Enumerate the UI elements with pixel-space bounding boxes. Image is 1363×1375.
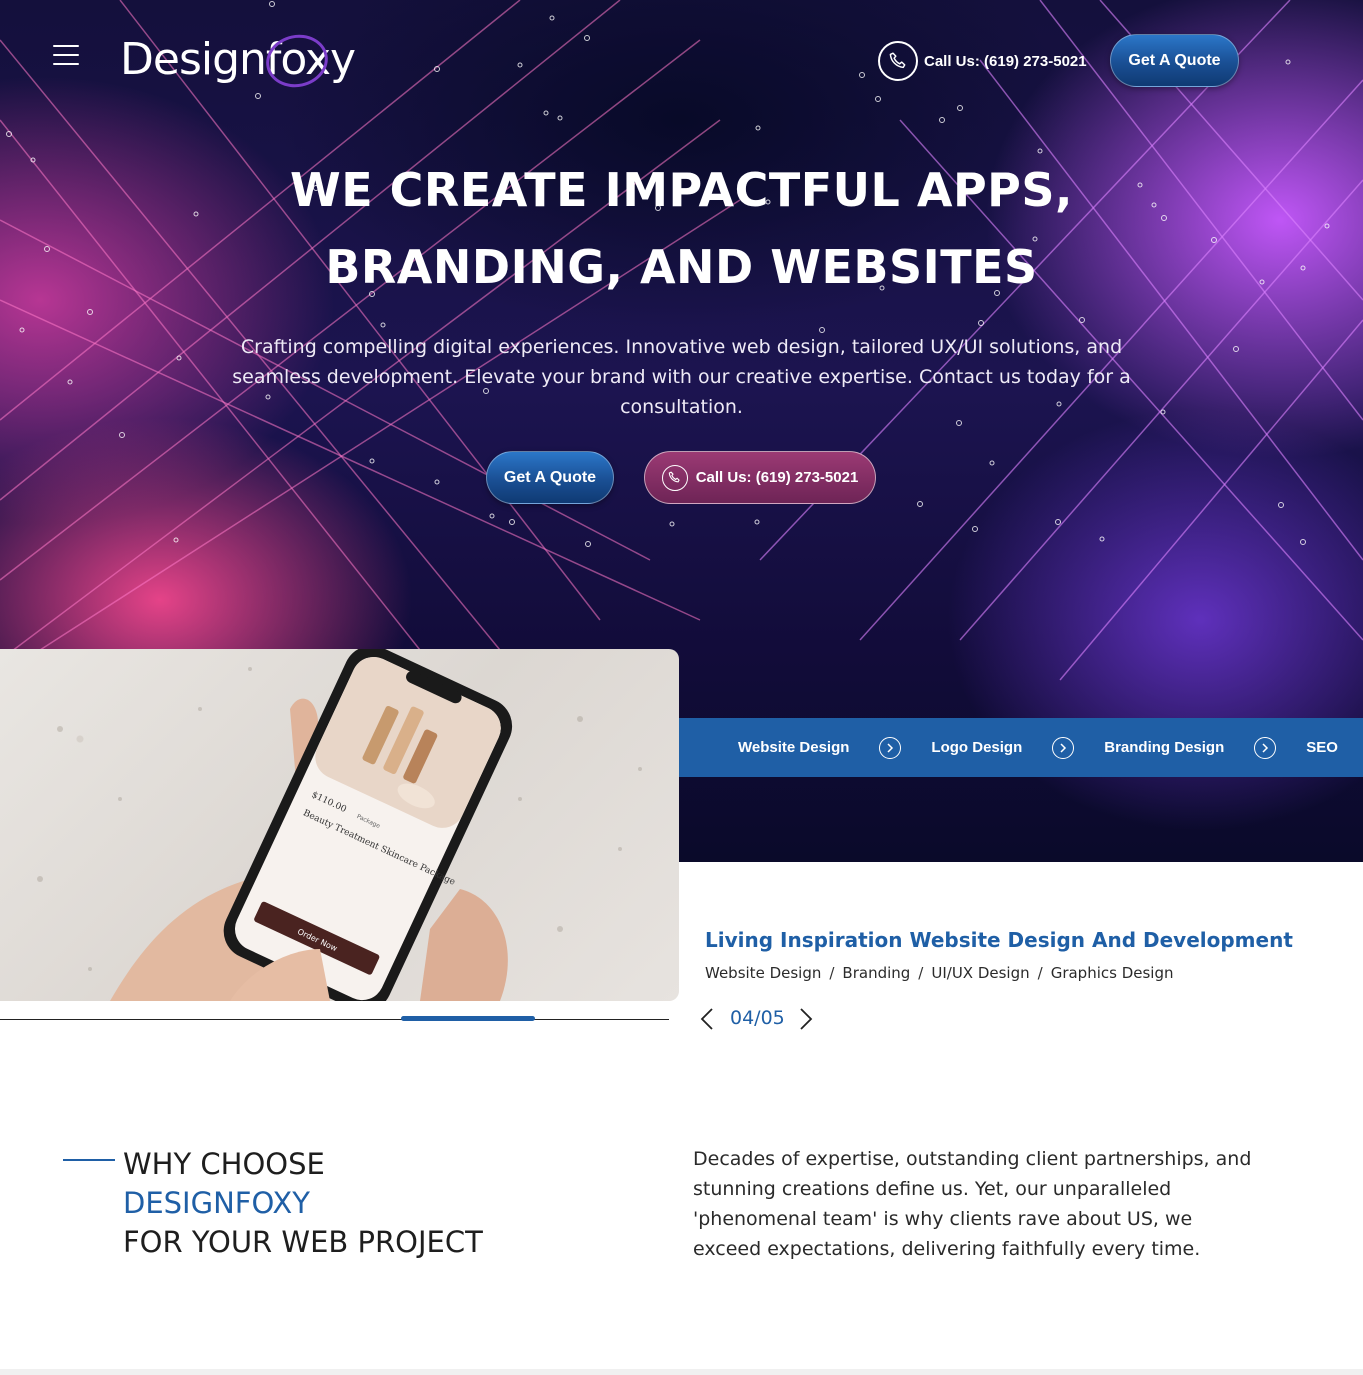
hero-title-line2: BRANDING, AND WEBSITES <box>325 240 1038 294</box>
header-phone-link[interactable]: Call Us: (619) 273-5021 <box>878 41 1087 81</box>
tag-separator: / <box>1037 964 1043 982</box>
header-phone-label: Call Us: (619) 273-5021 <box>924 52 1087 70</box>
hero-call-button[interactable]: Call Us: (619) 273-5021 <box>644 451 876 504</box>
hero-title-line1: WE CREATE IMPACTFUL APPS, <box>290 163 1073 217</box>
next-section-edge <box>0 1369 1363 1375</box>
ticker-item-seo[interactable]: SEO <box>1306 739 1338 756</box>
project-tag: Branding <box>842 964 911 982</box>
header-get-quote-button[interactable]: Get A Quote <box>1110 34 1239 87</box>
project-tag: Website Design <box>705 964 822 982</box>
chevron-right-circle-icon <box>1254 736 1277 759</box>
hero-call-label: Call Us: (619) 273-5021 <box>695 469 859 486</box>
chevron-right-circle-icon <box>1052 736 1075 759</box>
phone-icon <box>878 41 918 81</box>
ticker-item-branding-design[interactable]: Branding Design <box>1104 739 1224 756</box>
portfolio-slide-image[interactable]: $110.00 Package Beauty Treatment Skincar… <box>0 649 679 1001</box>
tag-separator: / <box>918 964 924 982</box>
hero-get-quote-button[interactable]: Get A Quote <box>486 451 614 504</box>
ticker-item-website-design[interactable]: Website Design <box>738 739 849 756</box>
why-choose-description: Decades of expertise, outstanding client… <box>693 1148 1252 1260</box>
project-title-link[interactable]: Living Inspiration Website Design And De… <box>705 928 1293 952</box>
slide-counter: 04/05 <box>730 1007 785 1029</box>
project-tag: Graphics Design <box>1050 964 1174 982</box>
why-choose-heading: WHY CHOOSE DESIGNFOXY FOR YOUR WEB PROJE… <box>123 1145 483 1262</box>
hamburger-menu-icon[interactable] <box>53 45 79 67</box>
hero-subtitle: Crafting compelling digital experiences.… <box>232 336 1131 418</box>
hand-holding-phone-illustration: $110.00 Package Beauty Treatment Skincar… <box>37 649 642 1001</box>
project-tag: UI/UX Design <box>931 964 1030 982</box>
tag-separator: / <box>829 964 835 982</box>
chevron-right-circle-icon <box>879 736 902 759</box>
why-heading-line3: FOR YOUR WEB PROJECT <box>123 1225 483 1259</box>
section-accent-line <box>63 1159 115 1161</box>
slider-progress-track <box>0 1019 669 1020</box>
ticker-item-logo-design[interactable]: Logo Design <box>931 739 1022 756</box>
slider-progress-fill <box>401 1016 535 1021</box>
why-heading-line1: WHY CHOOSE <box>123 1147 325 1181</box>
project-tags: Website Design / Branding / UI/UX Design / Gra… <box>705 964 1174 982</box>
why-heading-brand: DESIGNFOXY <box>123 1186 311 1220</box>
designfoxy-logo[interactable]: Designfoxy <box>120 28 356 93</box>
slider-next-chevron-right-icon[interactable] <box>794 1005 818 1033</box>
slider-prev-chevron-left-icon[interactable] <box>695 1005 719 1033</box>
services-ticker: Website Design Logo Design Branding Desi… <box>678 718 1363 777</box>
phone-icon <box>661 464 688 491</box>
hero-title: WE CREATE IMPACTFUL APPS, BRANDING, AND … <box>0 152 1363 306</box>
